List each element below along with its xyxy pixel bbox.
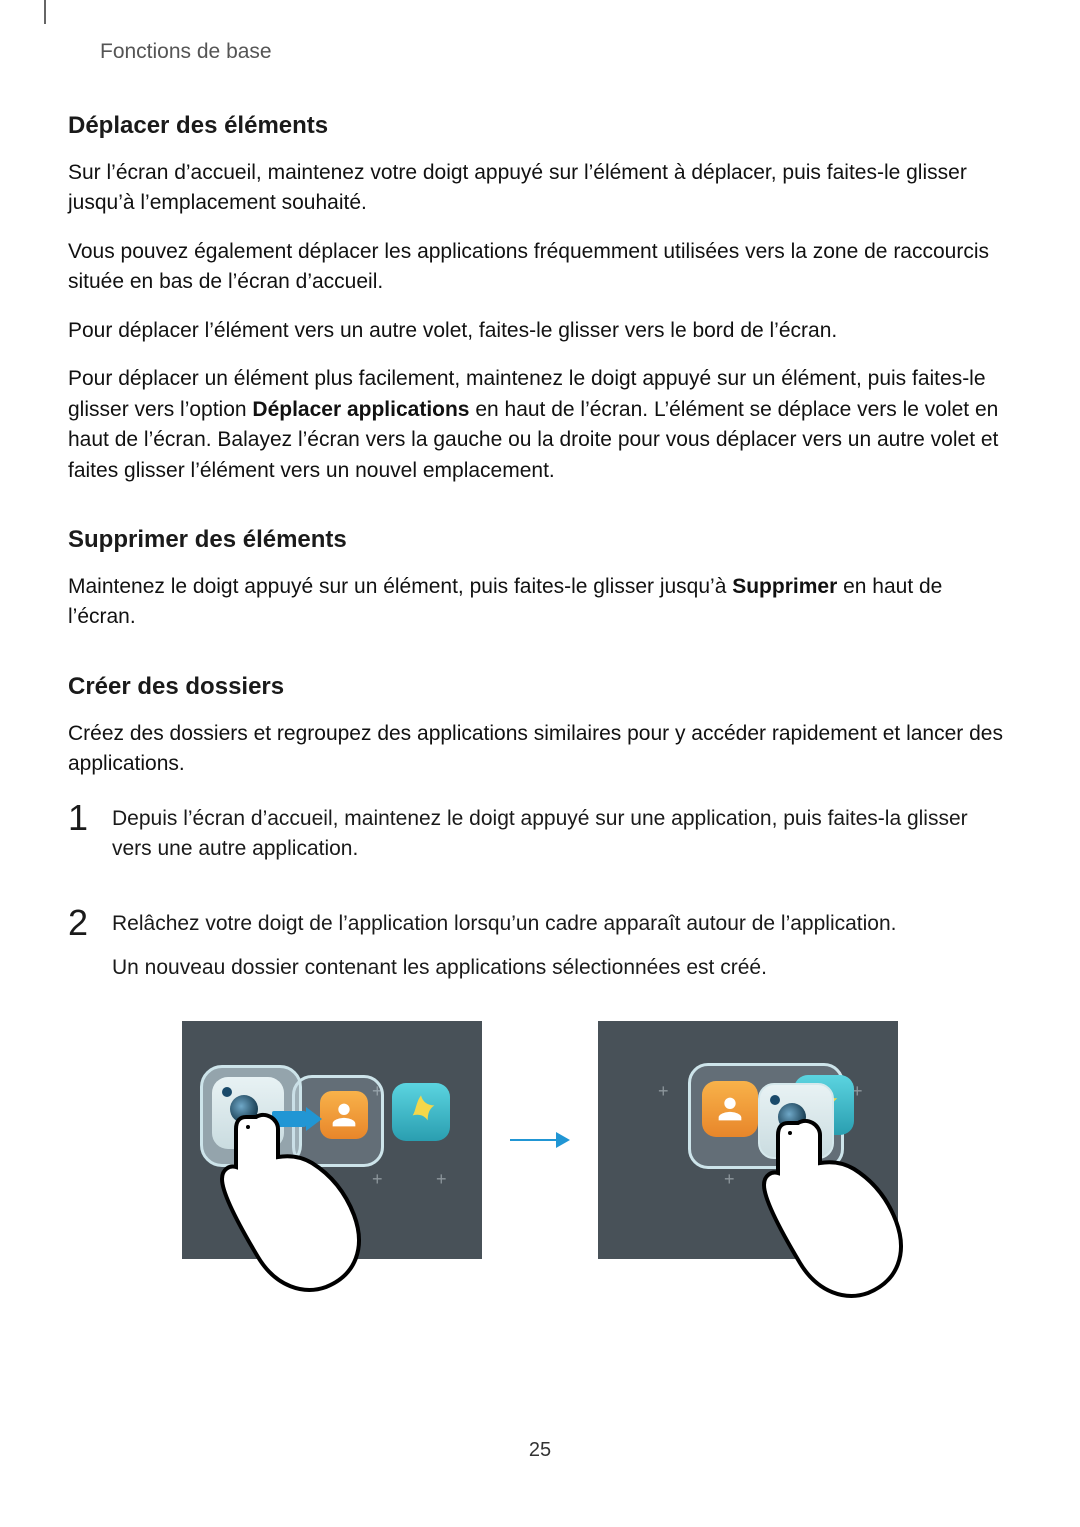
app-contacts-icon	[320, 1091, 368, 1139]
step-2: 2 Relâchez votre doigt de l’application …	[68, 903, 1012, 998]
step-2-text-a: Relâchez votre doigt de l’application lo…	[112, 909, 897, 939]
step-1-text: Depuis l’écran d’accueil, maintenez le d…	[112, 804, 1012, 865]
running-header: Fonctions de base	[68, 40, 1012, 64]
heading-folders: Créer des dossiers	[68, 673, 1012, 701]
step-1-number: 1	[68, 798, 112, 879]
grid-plus-icon: +	[658, 1081, 669, 1102]
step-2-text-b: Un nouveau dossier contenant les applica…	[112, 953, 897, 983]
grid-plus-icon: +	[788, 1169, 799, 1190]
page-number: 25	[68, 1439, 1012, 1462]
move-p4: Pour déplacer un élément plus facilement…	[68, 364, 1012, 486]
app-contacts-icon	[702, 1081, 758, 1137]
grid-plus-icon: +	[724, 1169, 735, 1190]
delete-p1a: Maintenez le doigt appuyé sur un élément…	[68, 575, 732, 598]
move-p4b: Déplacer applications	[252, 398, 469, 421]
move-p1: Sur l’écran d’accueil, maintenez votre d…	[68, 158, 1012, 219]
step-1: 1 Depuis l’écran d’accueil, maintenez le…	[68, 798, 1012, 879]
drag-arrow-icon	[272, 1107, 322, 1131]
grid-plus-icon: +	[436, 1169, 447, 1190]
move-p2: Vous pouvez également déplacer les appli…	[68, 237, 1012, 298]
move-p3: Pour déplacer l’élément vers un autre vo…	[68, 316, 1012, 346]
step-2-number: 2	[68, 903, 112, 998]
folders-intro: Créez des dossiers et regroupez des appl…	[68, 719, 1012, 780]
app-camera-icon	[758, 1083, 834, 1159]
page-marker	[44, 0, 46, 24]
heading-delete: Supprimer des éléments	[68, 526, 1012, 554]
heading-move: Déplacer des éléments	[68, 112, 1012, 140]
figure-row: + + + +	[68, 1021, 1012, 1259]
delete-p1: Maintenez le doigt appuyé sur un élément…	[68, 572, 1012, 633]
grid-plus-icon: +	[372, 1169, 383, 1190]
delete-p1b: Supprimer	[732, 575, 837, 598]
app-gallery-icon	[392, 1083, 450, 1141]
figure-right-screen: + + + + +	[598, 1021, 898, 1259]
figure-left-screen: + + + +	[182, 1021, 482, 1259]
flow-arrow-icon	[510, 1128, 570, 1152]
